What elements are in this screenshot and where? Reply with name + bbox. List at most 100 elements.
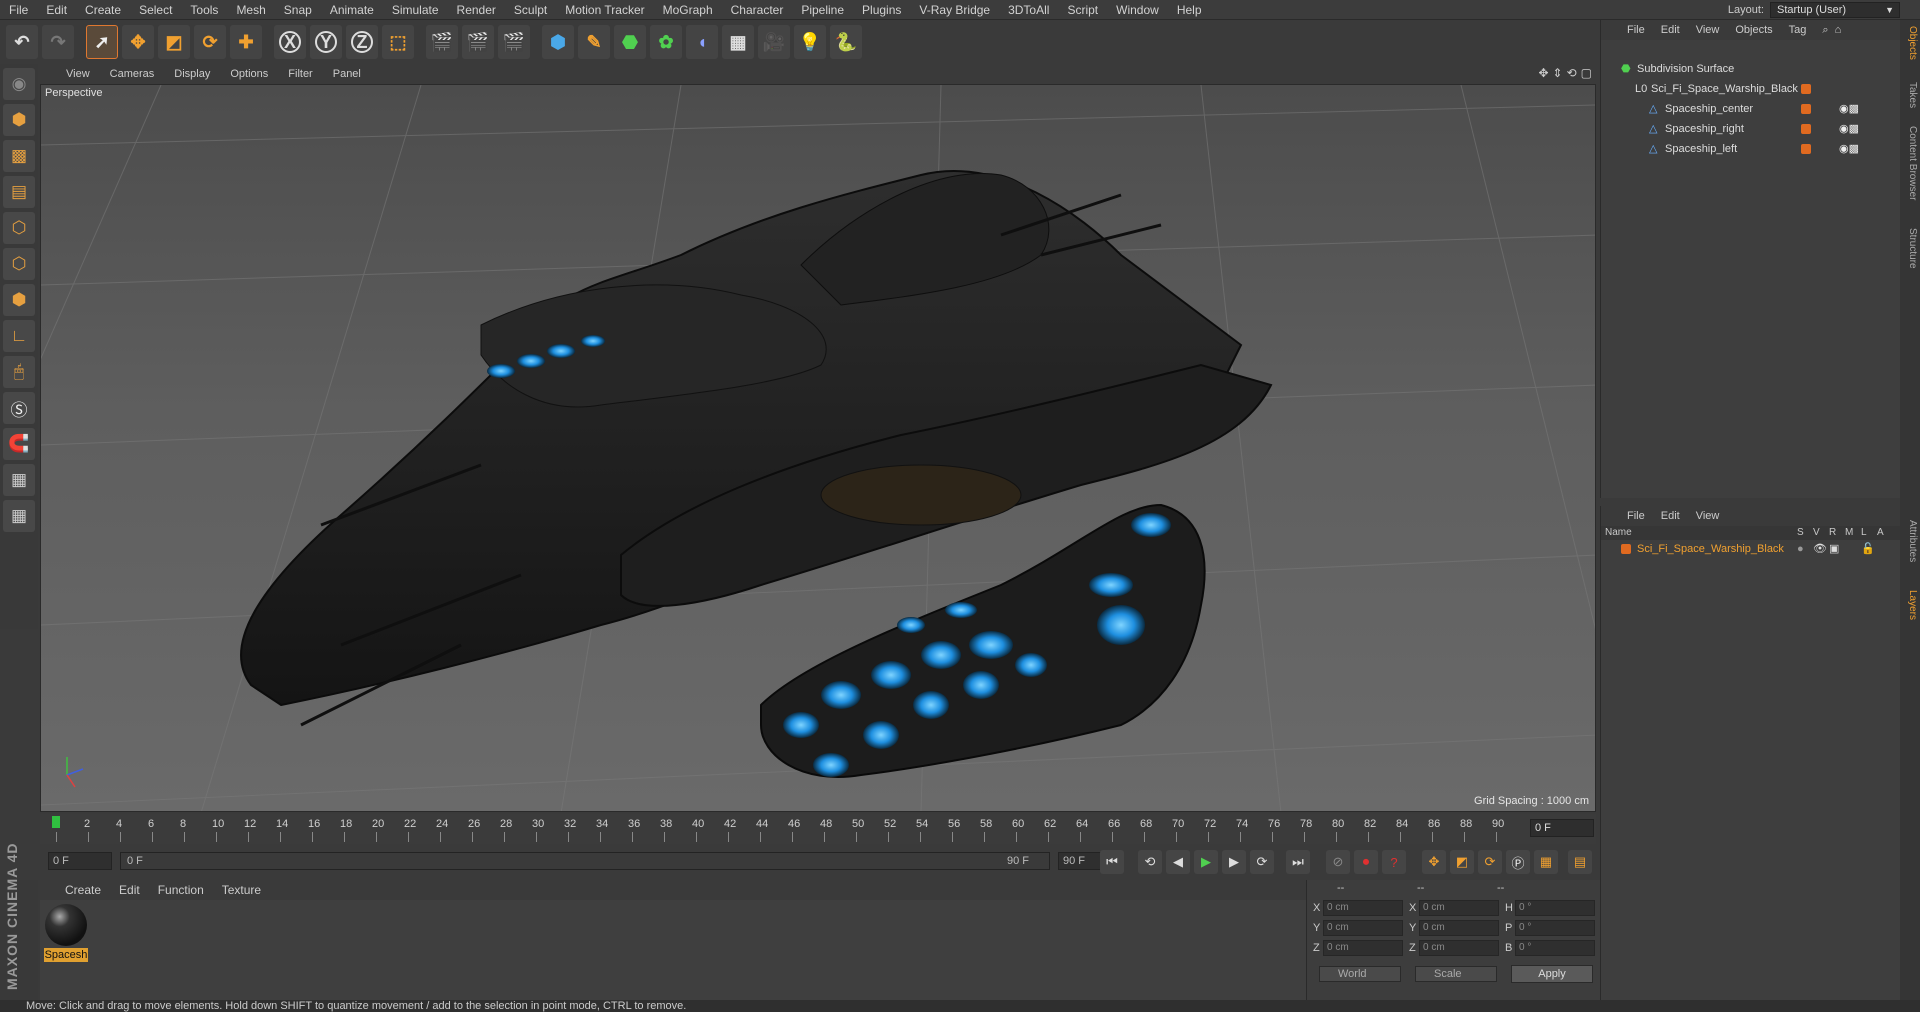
menu-pipeline[interactable]: Pipeline (792, 0, 853, 20)
objects-menu-tag[interactable]: Tag (1781, 24, 1815, 36)
object-row[interactable]: L0 Sci_Fi_Space_Warship_Black (1601, 80, 1901, 98)
key-pla-button[interactable]: ▦ (1534, 850, 1558, 874)
layer-color-swatch[interactable] (1801, 84, 1811, 94)
layer-color-swatch[interactable] (1621, 544, 1631, 554)
viewport-menu-display[interactable]: Display (164, 68, 220, 80)
record-active-button[interactable]: ⏺ (1354, 850, 1378, 874)
menu-character[interactable]: Character (722, 0, 793, 20)
objects-menu-objects[interactable]: Objects (1727, 24, 1780, 36)
play-button[interactable]: ▶ (1194, 850, 1218, 874)
current-frame-field[interactable]: 0 F (1530, 819, 1594, 837)
perspective-viewport[interactable]: Perspective Grid Spacing : 1000 cm (40, 84, 1596, 812)
home-icon[interactable]: ⌂ (1835, 24, 1842, 36)
layer-row[interactable]: Sci_Fi_Space_Warship_Black ● 👁 ▣ 🔓 (1601, 540, 1900, 558)
material-menu-texture[interactable]: Texture (213, 883, 270, 897)
redo-button[interactable]: ↷ (42, 25, 74, 59)
layer-render-icon[interactable]: ▣ (1829, 540, 1839, 558)
objects-menu-file[interactable]: File (1619, 24, 1653, 36)
scale-tool-button[interactable]: ◩ (158, 25, 190, 59)
live-selection-button[interactable]: ➚ (86, 25, 118, 59)
menu-script[interactable]: Script (1058, 0, 1107, 20)
tab-content-browser[interactable]: Content Browser (1902, 126, 1918, 200)
axis-mode-button[interactable]: ∟ (3, 320, 35, 352)
apply-button[interactable]: Apply (1511, 965, 1593, 983)
next-key-button[interactable]: ⟳ (1250, 850, 1274, 874)
layout-select[interactable]: Startup (User) ▼ (1770, 2, 1900, 18)
pos-y-field[interactable]: 0 cm (1323, 920, 1403, 936)
key-scale-button[interactable]: ◩ (1450, 850, 1474, 874)
cube-button[interactable]: ⬢ (542, 25, 574, 59)
workplane-button[interactable]: ▤ (3, 176, 35, 208)
render-picture-viewer-button[interactable]: 🎬 (462, 25, 494, 59)
menu-mesh[interactable]: Mesh (227, 0, 274, 20)
menu-vray-bridge[interactable]: V-Ray Bridge (910, 0, 999, 20)
menu-mograph[interactable]: MoGraph (654, 0, 722, 20)
pen-button[interactable]: ✎ (578, 25, 610, 59)
lock-workplane-button[interactable]: ▦ (3, 464, 35, 496)
layer-color-swatch[interactable] (1801, 144, 1811, 154)
menu-select[interactable]: Select (130, 0, 181, 20)
rot-h-field[interactable]: 0 ° (1515, 900, 1595, 916)
object-row[interactable]: △ Spaceship_left ◉▩ (1601, 140, 1901, 158)
go-to-end-button[interactable]: ⏭ (1286, 850, 1310, 874)
tweak-mode-button[interactable]: 🖱 (3, 356, 35, 388)
layers-menu-edit[interactable]: Edit (1653, 510, 1688, 522)
tab-attributes[interactable]: Attributes (1902, 520, 1918, 562)
record-keys-off-button[interactable]: ⊘ (1326, 850, 1350, 874)
camera-button[interactable]: 🎥 (758, 25, 790, 59)
timeline-window-button[interactable]: ▤ (1568, 850, 1592, 874)
move-tool-button[interactable]: ✥ (122, 25, 154, 59)
menu-simulate[interactable]: Simulate (383, 0, 448, 20)
points-mode-button[interactable]: ⬡ (3, 212, 35, 244)
rot-b-field[interactable]: 0 ° (1515, 940, 1595, 956)
object-row[interactable]: △ Spaceship_center ◉▩ (1601, 100, 1901, 118)
layer-color-swatch[interactable] (1801, 104, 1811, 114)
go-to-start-button[interactable]: ⏮ (1100, 850, 1124, 874)
menu-create[interactable]: Create (76, 0, 130, 20)
make-editable-button[interactable]: ◉ (3, 68, 35, 100)
undo-button[interactable]: ↶ (6, 25, 38, 59)
menu-sculpt[interactable]: Sculpt (505, 0, 556, 20)
layer-lock-icon[interactable]: 🔓 (1861, 540, 1875, 558)
material-swatch[interactable]: Spacesh (44, 904, 88, 962)
menu-render[interactable]: Render (448, 0, 505, 20)
layer-solo-icon[interactable]: ● (1797, 540, 1804, 558)
search-icon[interactable]: ⌕ (1822, 24, 1828, 37)
texture-mode-button[interactable]: ▩ (3, 140, 35, 172)
material-tag-icon[interactable]: ◉▩ (1839, 100, 1859, 118)
size-y-field[interactable]: 0 cm (1419, 920, 1499, 936)
viewport-menu-filter[interactable]: Filter (278, 68, 322, 80)
render-view-button[interactable]: 🎬 (426, 25, 458, 59)
model-mode-button[interactable]: ⬢ (3, 104, 35, 136)
objects-menu-edit[interactable]: Edit (1653, 24, 1688, 36)
material-tag-icon[interactable]: ◉▩ (1839, 140, 1859, 158)
pos-z-field[interactable]: 0 cm (1323, 940, 1403, 956)
menu-snap[interactable]: Snap (275, 0, 321, 20)
solo-button[interactable]: Ⓢ (3, 392, 35, 424)
menu-3dtoall[interactable]: 3DToAll (999, 0, 1058, 20)
viewport-menu-options[interactable]: Options (220, 68, 278, 80)
scale-mode-dropdown[interactable]: Scale (1415, 966, 1497, 982)
python-button[interactable]: 🐍 (830, 25, 862, 59)
previous-key-button[interactable]: ⟲ (1138, 850, 1162, 874)
layer-color-swatch[interactable] (1801, 124, 1811, 134)
menu-plugins[interactable]: Plugins (853, 0, 910, 20)
menu-help[interactable]: Help (1168, 0, 1211, 20)
polygons-mode-button[interactable]: ⬢ (3, 284, 35, 316)
tab-takes[interactable]: Takes (1902, 82, 1918, 108)
playhead[interactable] (52, 816, 60, 828)
viewport-menu-panel[interactable]: Panel (323, 68, 371, 80)
size-x-field[interactable]: 0 cm (1419, 900, 1499, 916)
floor-button[interactable]: ▦ (722, 25, 754, 59)
edges-mode-button[interactable]: ⬡ (3, 248, 35, 280)
key-position-button[interactable]: ✥ (1422, 850, 1446, 874)
autokey-button[interactable]: ? (1382, 850, 1406, 874)
menu-edit[interactable]: Edit (37, 0, 76, 20)
snap-button[interactable]: 🧲 (3, 428, 35, 460)
subdivision-button[interactable]: ⬣ (614, 25, 646, 59)
pos-x-field[interactable]: 0 cm (1323, 900, 1403, 916)
menu-tools[interactable]: Tools (181, 0, 227, 20)
tab-structure[interactable]: Structure (1902, 228, 1918, 269)
objects-menu-view[interactable]: View (1688, 24, 1728, 36)
coordinate-system-button[interactable]: ⬚ (382, 25, 414, 59)
